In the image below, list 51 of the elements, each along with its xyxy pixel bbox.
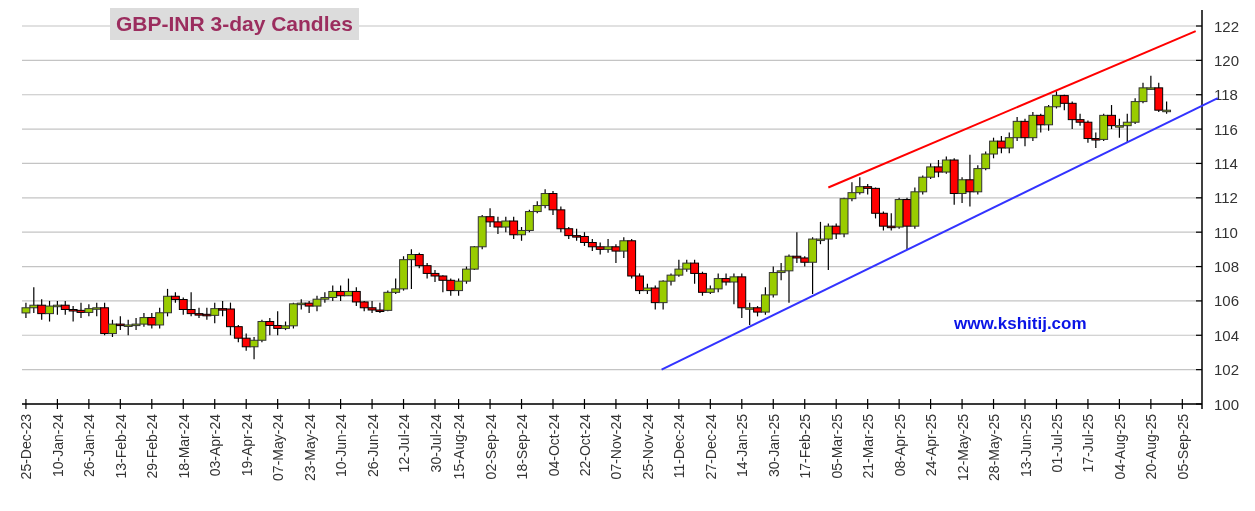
x-tick-label: 27-Dec-24	[702, 414, 719, 480]
x-tick-label: 07-May-24	[270, 414, 287, 481]
y-tick-label: 100	[1214, 395, 1240, 413]
x-tick-label: 10-Jan-24	[49, 414, 66, 478]
x-tick-label: 15-Aug-24	[451, 414, 468, 480]
x-tick-label: 07-Nov-24	[608, 414, 625, 480]
x-tick-label: 13-Jun-25	[1017, 414, 1034, 478]
x-tick-label: 23-May-24	[301, 414, 318, 481]
y-tick-label: 108	[1214, 258, 1240, 276]
y-tick-label: 122	[1214, 17, 1240, 35]
x-tick-label: 14-Jan-25	[734, 414, 751, 478]
y-tick-label: 102	[1214, 361, 1240, 379]
x-tick-label: 20-Aug-25	[1143, 414, 1160, 480]
x-tick-label: 25-Dec-23	[18, 414, 35, 480]
x-tick-label: 19-Apr-24	[238, 414, 255, 477]
x-tick-label: 17-Feb-25	[797, 414, 814, 479]
y-tick-label: 118	[1214, 86, 1238, 104]
x-tick-label: 17-Jul-25	[1080, 414, 1097, 473]
x-tick-label: 25-Nov-24	[639, 414, 656, 480]
y-tick-label: 106	[1214, 292, 1240, 310]
y-tick-label: 120	[1214, 51, 1240, 69]
x-tick-label: 04-Oct-24	[545, 414, 562, 477]
y-tick-label: 104	[1214, 326, 1240, 344]
x-tick-label: 08-Apr-25	[891, 414, 908, 477]
x-tick-label: 04-Aug-25	[1111, 414, 1128, 480]
x-tick-label: 01-Jul-25	[1048, 414, 1065, 473]
y-tick-label: 116	[1214, 120, 1238, 138]
x-tick-label: 30-Jul-24	[427, 414, 444, 473]
x-tick-label: 30-Jan-25	[765, 414, 782, 478]
x-tick-label: 05-Mar-25	[828, 414, 845, 479]
x-tick-label: 05-Sep-25	[1174, 414, 1191, 480]
chart-title: GBP-INR 3-day Candles	[110, 8, 359, 40]
x-tick-label: 22-Oct-24	[576, 414, 593, 477]
x-tick-label: 18-Sep-24	[514, 414, 531, 480]
y-tick-label: 112	[1214, 189, 1238, 207]
y-tick-label: 110	[1214, 223, 1238, 241]
x-tick-label: 28-May-25	[986, 414, 1003, 481]
x-tick-label: 03-Apr-24	[207, 414, 224, 477]
x-tick-label: 13-Feb-24	[112, 414, 129, 479]
x-tick-label: 02-Sep-24	[482, 414, 499, 480]
x-tick-label: 11-Dec-24	[671, 414, 688, 479]
x-tick-label: 12-May-25	[954, 414, 971, 481]
x-tick-label: 12-Jul-24	[396, 414, 413, 473]
x-tick-label: 18-Mar-24	[175, 414, 192, 479]
y-tick-label: 114	[1214, 154, 1238, 172]
x-tick-label: 29-Feb-24	[144, 414, 161, 479]
x-tick-label: 26-Jun-24	[364, 414, 381, 478]
x-tick-label: 26-Jan-24	[81, 414, 98, 478]
x-tick-label: 24-Apr-25	[923, 414, 940, 477]
x-tick-label: 10-Jun-24	[333, 414, 350, 478]
x-tick-label: 21-Mar-25	[860, 414, 877, 479]
